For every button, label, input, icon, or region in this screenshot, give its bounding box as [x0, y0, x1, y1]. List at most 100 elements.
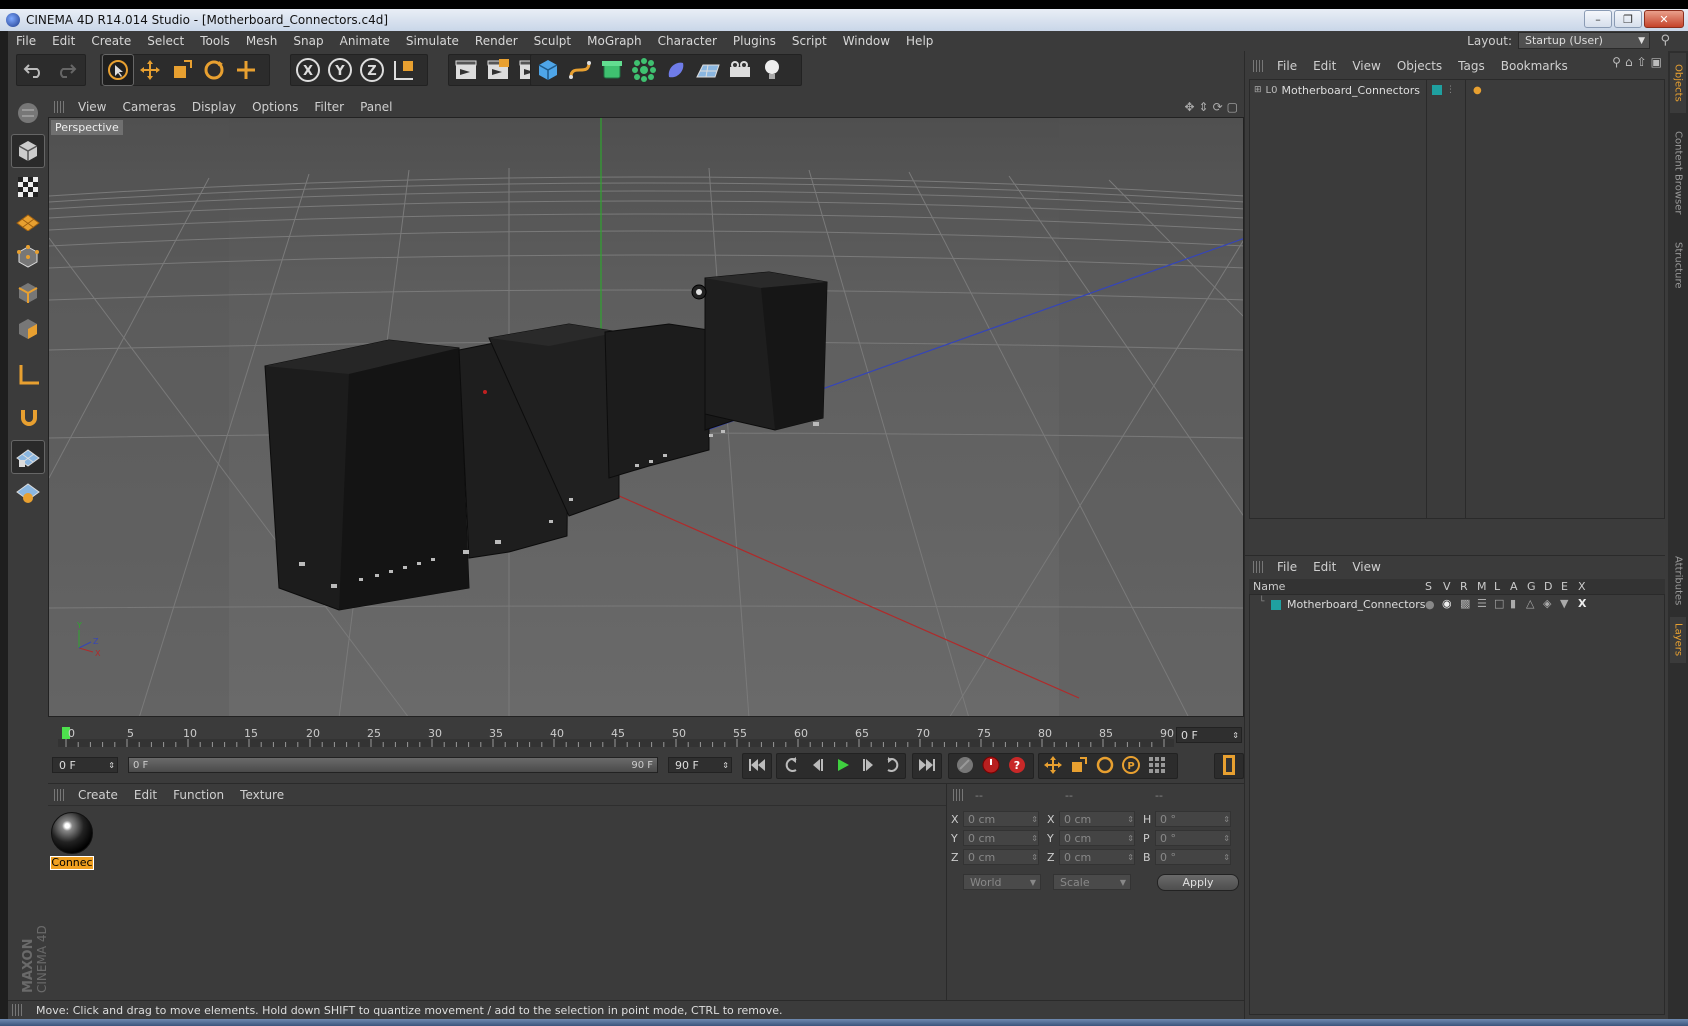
grip-handle[interactable]: [1253, 560, 1265, 573]
menu-tools[interactable]: Tools: [192, 34, 238, 48]
size-z-field[interactable]: 0 cm ⇕: [1059, 849, 1135, 865]
menu-render[interactable]: Render: [467, 34, 526, 48]
previous-frame-icon[interactable]: [804, 753, 830, 777]
tab-structure[interactable]: Structure: [1670, 233, 1686, 297]
menu-character[interactable]: Character: [650, 34, 725, 48]
lock-icon[interactable]: □: [1494, 597, 1504, 610]
object-row[interactable]: ⊞ L0 Motherboard_Connectors ⋮ ●: [1254, 82, 1482, 98]
view-eye-icon[interactable]: ◉: [1442, 597, 1452, 610]
material-menu-edit[interactable]: Edit: [126, 788, 165, 802]
stepper-icon[interactable]: ⇕: [722, 761, 731, 770]
stepper-icon[interactable]: ⇕: [108, 761, 117, 770]
expand-icon[interactable]: ⊞: [1254, 85, 1262, 95]
spline-icon[interactable]: [565, 55, 595, 85]
cube-icon[interactable]: [533, 55, 563, 85]
rot-h-field[interactable]: 0 ° ⇕: [1155, 811, 1231, 827]
menu-mesh[interactable]: Mesh: [238, 34, 286, 48]
objects-menu-file[interactable]: File: [1269, 59, 1305, 73]
pos-z-field[interactable]: 0 cm ⇕: [963, 849, 1039, 865]
grip-handle[interactable]: [1253, 60, 1265, 72]
x-axis-icon[interactable]: X: [293, 55, 323, 85]
objects-menu-view[interactable]: View: [1344, 59, 1388, 73]
up-icon[interactable]: ⇧: [1637, 55, 1647, 69]
layer-name[interactable]: Motherboard_Connectors: [1287, 598, 1426, 611]
perspective-viewport[interactable]: Y X Z Perspective: [48, 117, 1244, 717]
viewport-menu-cameras[interactable]: Cameras: [114, 100, 183, 114]
array-icon[interactable]: [629, 55, 659, 85]
xref-icon[interactable]: X: [1578, 597, 1586, 610]
menu-animate[interactable]: Animate: [332, 34, 398, 48]
tab-layers[interactable]: Layers: [1670, 617, 1686, 663]
key-position-icon[interactable]: [1040, 753, 1066, 777]
layers-menu-view[interactable]: View: [1344, 560, 1388, 574]
manager-icon[interactable]: ☰: [1477, 597, 1487, 610]
objects-menu-bookmarks[interactable]: Bookmarks: [1493, 59, 1576, 73]
polygons-mode-icon[interactable]: [12, 277, 44, 309]
layer-col-s[interactable]: S: [1425, 580, 1432, 593]
live-selection-icon[interactable]: [102, 54, 134, 86]
menu-simulate[interactable]: Simulate: [398, 34, 467, 48]
end-frame-field[interactable]: 90 F ⇕: [668, 757, 732, 773]
stepper-icon[interactable]: ⇕: [1031, 834, 1038, 843]
menu-plugins[interactable]: Plugins: [725, 34, 784, 48]
autokey-icon[interactable]: ?: [1004, 753, 1030, 777]
render-picture-viewer-icon[interactable]: [483, 55, 513, 85]
tab-objects[interactable]: Objects: [1670, 53, 1686, 113]
layer-col-m[interactable]: M: [1477, 580, 1487, 593]
menu-sculpt[interactable]: Sculpt: [526, 34, 579, 48]
record-icon[interactable]: [978, 753, 1004, 777]
floor-icon[interactable]: [693, 55, 723, 85]
render-icon[interactable]: ▩: [1460, 597, 1470, 610]
points-mode-icon[interactable]: [12, 205, 44, 237]
layer-row[interactable]: └ Motherboard_Connectors ● ◉ ▩ ☰ □ ▮ △ ◈…: [1249, 597, 1665, 613]
rotate-icon[interactable]: [199, 55, 229, 85]
stepper-icon[interactable]: ⇕: [1223, 815, 1230, 824]
restore-icon[interactable]: ❐: [1614, 10, 1642, 28]
render-view-icon[interactable]: [451, 55, 481, 85]
pan-icon[interactable]: ✥: [1184, 100, 1194, 114]
layer-color-swatch[interactable]: [1432, 85, 1443, 95]
menu-script[interactable]: Script: [784, 34, 835, 48]
rot-b-field[interactable]: 0 ° ⇕: [1155, 849, 1231, 865]
animation-icon[interactable]: ▮: [1510, 597, 1516, 610]
add-icon[interactable]: [231, 55, 261, 85]
stepper-icon[interactable]: ⇕: [1031, 815, 1038, 824]
menu-file[interactable]: File: [8, 34, 44, 48]
key-param-icon[interactable]: P: [1118, 753, 1144, 777]
grip-handle[interactable]: [54, 788, 66, 801]
apply-button[interactable]: Apply: [1157, 874, 1239, 891]
tab-attributes[interactable]: Attributes: [1670, 551, 1686, 611]
viewport-menu-options[interactable]: Options: [244, 100, 306, 114]
objects-menu-objects[interactable]: Objects: [1389, 59, 1450, 73]
go-to-start-icon[interactable]: [744, 753, 770, 777]
move-icon[interactable]: [135, 55, 165, 85]
grip-handle[interactable]: [54, 101, 66, 113]
tab-content-browser[interactable]: Content Browser: [1670, 117, 1686, 229]
viewport-menu-view[interactable]: View: [70, 100, 114, 114]
layer-col-name[interactable]: Name: [1253, 580, 1285, 593]
layer-col-l[interactable]: L: [1494, 580, 1500, 593]
play-icon[interactable]: [830, 753, 856, 777]
size-y-field[interactable]: 0 cm ⇕: [1059, 830, 1135, 846]
go-to-end-icon[interactable]: [914, 753, 940, 777]
layer-col-r[interactable]: R: [1460, 580, 1468, 593]
z-axis-icon[interactable]: Z: [357, 55, 387, 85]
layer-col-a[interactable]: A: [1510, 580, 1518, 593]
start-frame-field[interactable]: 0 F ⇕: [52, 757, 118, 773]
menu-help[interactable]: Help: [898, 34, 941, 48]
menu-edit[interactable]: Edit: [44, 34, 83, 48]
locked-workplane-icon[interactable]: [12, 477, 44, 509]
material-menu-function[interactable]: Function: [165, 788, 232, 802]
current-frame-field[interactable]: 0 F ⇕: [1176, 727, 1242, 743]
deformers-icon[interactable]: ◈: [1543, 597, 1551, 610]
search-icon[interactable]: ⚲: [1612, 55, 1621, 69]
menu-snap[interactable]: Snap: [285, 34, 331, 48]
next-key-icon[interactable]: [880, 753, 906, 777]
timeline-icon[interactable]: [1216, 753, 1242, 777]
menu-create[interactable]: Create: [83, 34, 139, 48]
stepper-icon[interactable]: ⇕: [1223, 853, 1230, 862]
orbit-icon[interactable]: ⟳: [1213, 100, 1223, 114]
viewport-menu-filter[interactable]: Filter: [306, 100, 352, 114]
viewport-camera-label[interactable]: Perspective: [51, 120, 123, 135]
visibility-dots-icon[interactable]: ⋮: [1446, 85, 1455, 95]
